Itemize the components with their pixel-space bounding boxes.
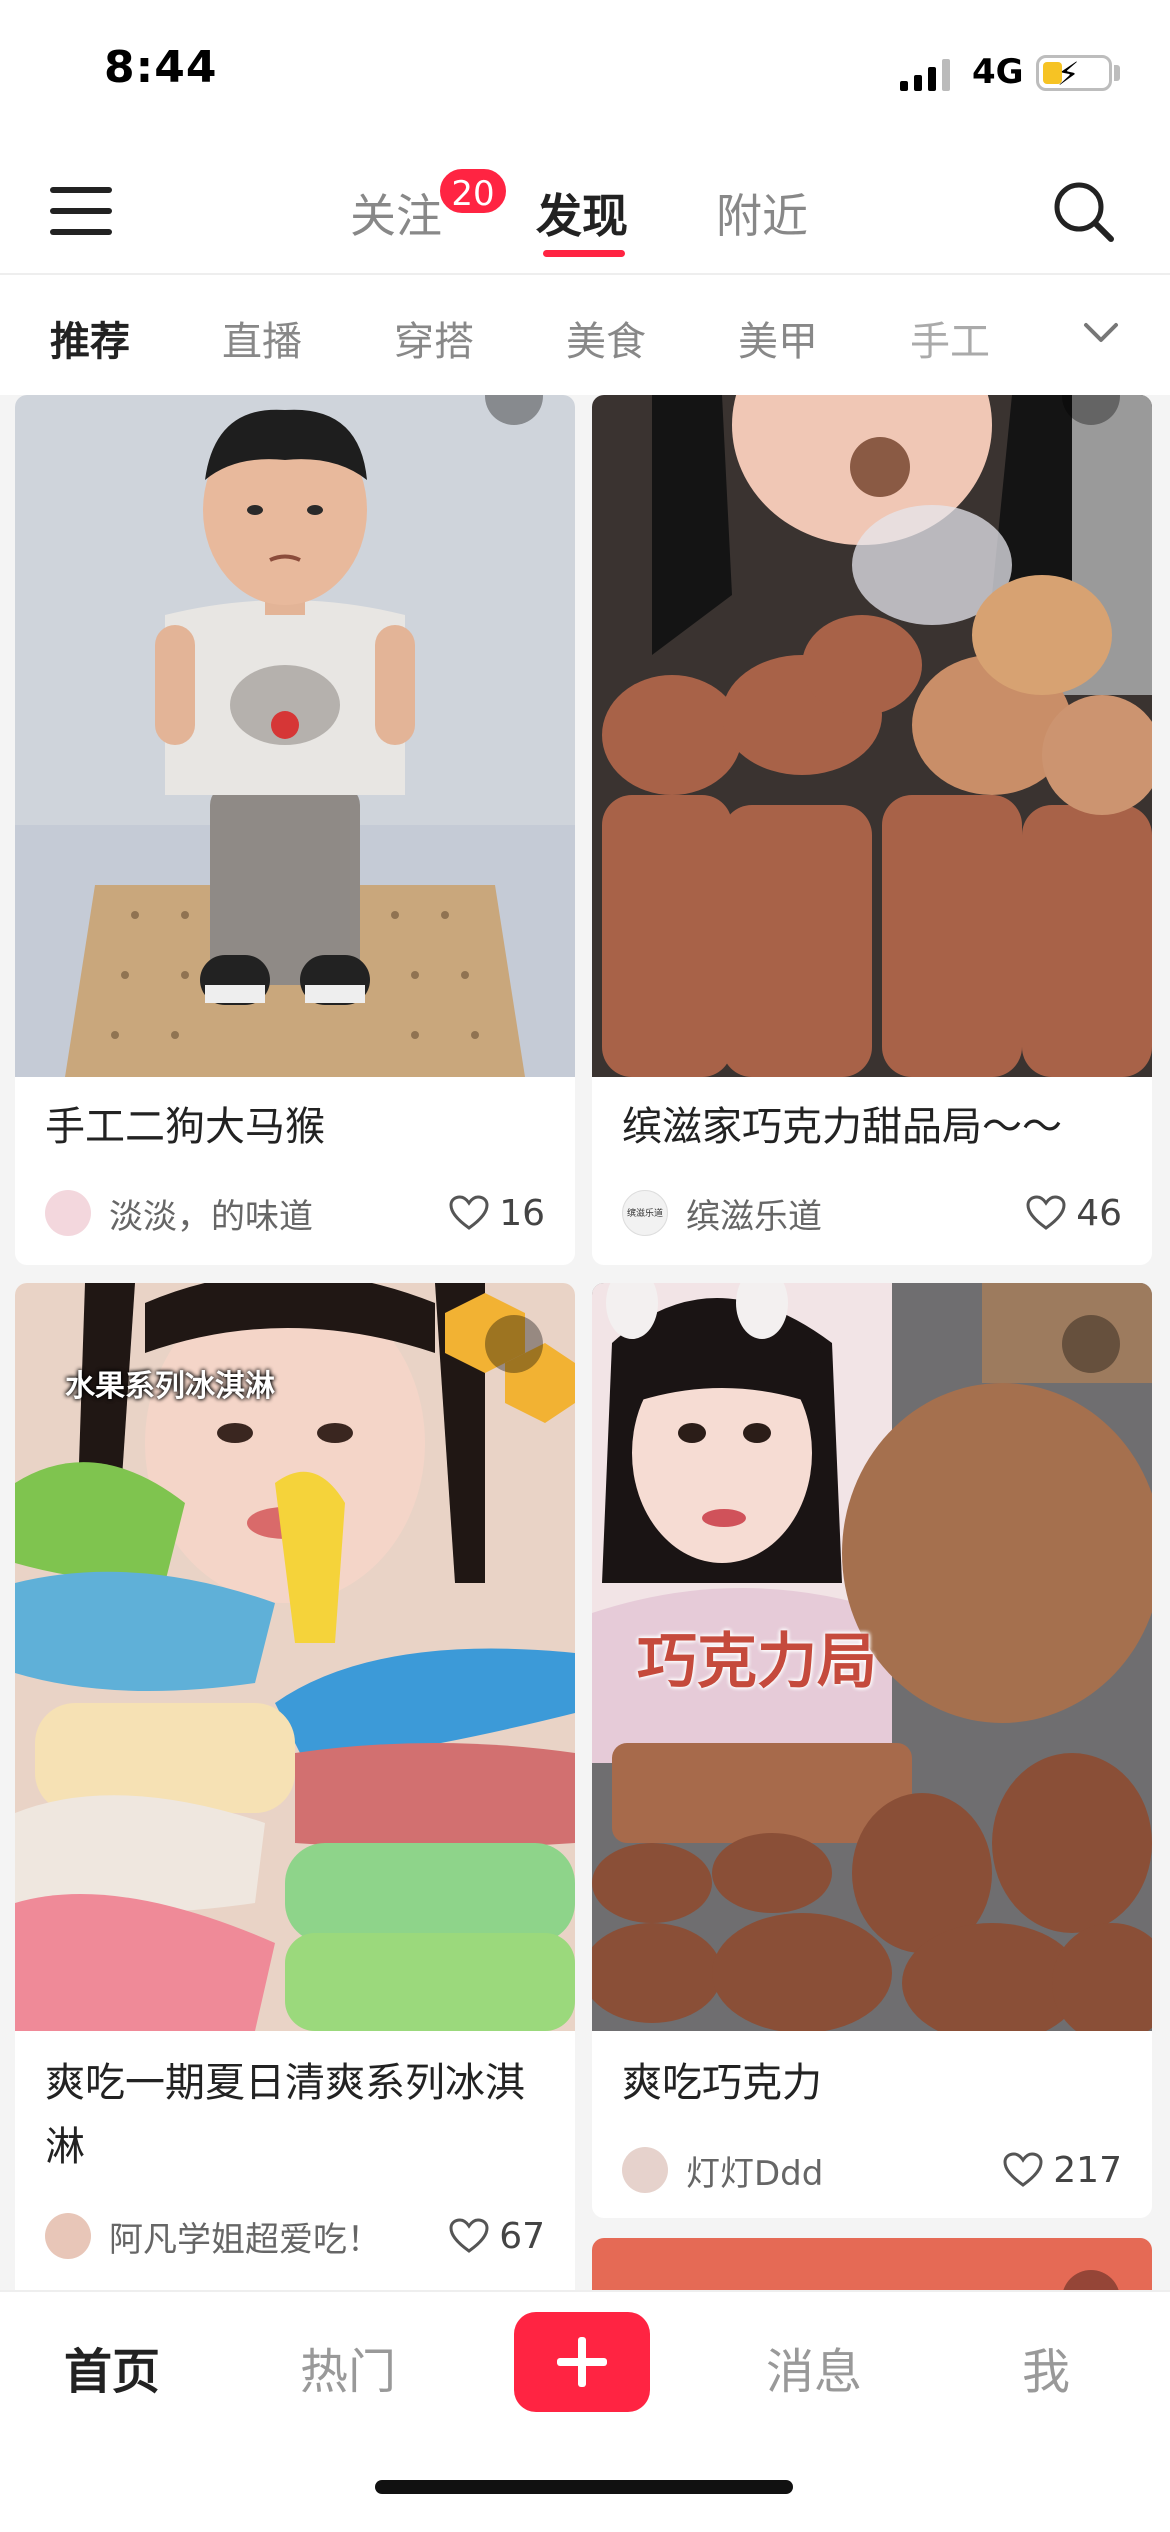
bottom-tab-bar: 首页 热门 消息 我 bbox=[0, 2290, 1170, 2532]
like-count: 67 bbox=[499, 2215, 545, 2257]
card-title[interactable]: 手工二狗大马猴 bbox=[45, 1095, 325, 1159]
battery-tip bbox=[1114, 65, 1120, 81]
card-author[interactable]: 阿凡学姐超爱吃！ bbox=[45, 2211, 381, 2261]
category-food[interactable]: 美食 bbox=[566, 309, 646, 367]
avatar[interactable]: 缤滋乐道 bbox=[622, 1190, 668, 1236]
network-type: 4G bbox=[972, 52, 1024, 92]
charging-bolt-icon: ⚡ bbox=[1057, 55, 1080, 93]
tab-home[interactable]: 首页 bbox=[64, 2332, 160, 2402]
card-cover-image[interactable] bbox=[592, 395, 1152, 1077]
card-title[interactable]: 爽吃一期夏日清爽系列冰淇淋 bbox=[45, 2051, 555, 2179]
heart-icon[interactable] bbox=[1026, 1195, 1066, 1231]
feed-card[interactable]: 巧克力局 爽吃巧克力 灯灯Ddd 217 bbox=[592, 1283, 1152, 2218]
heart-icon[interactable] bbox=[449, 2218, 489, 2254]
cover-overlay-text: 水果系列冰淇淋 bbox=[65, 1369, 275, 1404]
video-play-icon bbox=[1062, 2270, 1120, 2290]
category-live[interactable]: 直播 bbox=[222, 309, 302, 367]
like-count-area[interactable]: 217 bbox=[1003, 2145, 1122, 2195]
video-play-icon bbox=[485, 1315, 543, 1373]
active-tab-indicator bbox=[543, 250, 625, 257]
feed-card[interactable]: 水果系列冰淇淋 爽吃一期夏日清爽系列冰淇淋 阿凡学姐超爱吃！ 67 bbox=[15, 1283, 575, 2290]
author-name[interactable]: 灯灯Ddd bbox=[686, 2146, 823, 2195]
menu-icon[interactable] bbox=[50, 185, 112, 237]
tab-messages[interactable]: 消息 bbox=[766, 2332, 862, 2402]
status-time: 8:44 bbox=[104, 42, 218, 93]
chevron-down-icon[interactable] bbox=[1078, 307, 1124, 357]
card-title[interactable]: 爽吃巧克力 bbox=[622, 2051, 822, 2115]
card-author[interactable]: 淡淡，的味道 bbox=[45, 1188, 313, 1238]
card-cover-image[interactable] bbox=[15, 395, 575, 1077]
like-count: 46 bbox=[1076, 1192, 1122, 1234]
category-nails[interactable]: 美甲 bbox=[738, 309, 818, 367]
like-count: 16 bbox=[499, 1192, 545, 1234]
like-count: 217 bbox=[1053, 2149, 1122, 2191]
category-bar: 推荐 直播 穿搭 美食 美甲 手工 bbox=[0, 277, 1170, 392]
category-handcraft[interactable]: 手工 bbox=[910, 309, 990, 367]
tab-hot[interactable]: 热门 bbox=[300, 2332, 396, 2402]
heart-icon[interactable] bbox=[449, 1195, 489, 1231]
like-count-area[interactable]: 46 bbox=[1026, 1188, 1122, 1238]
author-name[interactable]: 阿凡学姐超爱吃！ bbox=[109, 2212, 381, 2261]
battery-icon: ⚡ bbox=[1036, 55, 1112, 93]
like-count-area[interactable]: 67 bbox=[449, 2211, 545, 2261]
card-author[interactable]: 缤滋乐道 缤滋乐道 bbox=[622, 1188, 822, 1238]
tab-follow[interactable]: 关注 bbox=[350, 180, 442, 246]
follow-count-badge: 20 bbox=[437, 166, 509, 216]
avatar[interactable] bbox=[45, 2213, 91, 2259]
cover-overlay-text: 巧克力局 bbox=[637, 1627, 877, 1697]
author-name[interactable]: 缤滋乐道 bbox=[686, 1189, 822, 1238]
feed-card-partial[interactable] bbox=[592, 2238, 1152, 2290]
category-recommend[interactable]: 推荐 bbox=[50, 309, 130, 367]
feed-grid[interactable]: 手工二狗大马猴 淡淡，的味道 16 缤滋家巧克力甜品局～～ 缤滋乐道 缤滋乐道 … bbox=[0, 395, 1170, 2290]
category-outfit[interactable]: 穿搭 bbox=[394, 309, 474, 367]
status-bar: 8:44 4G ⚡ bbox=[0, 0, 1170, 150]
like-count-area[interactable]: 16 bbox=[449, 1188, 545, 1238]
feed-card[interactable]: 手工二狗大马猴 淡淡，的味道 16 bbox=[15, 395, 575, 1265]
author-name[interactable]: 淡淡，的味道 bbox=[109, 1189, 313, 1238]
heart-icon[interactable] bbox=[1003, 2152, 1043, 2188]
card-title[interactable]: 缤滋家巧克力甜品局～～ bbox=[622, 1095, 1062, 1159]
avatar[interactable] bbox=[622, 2147, 668, 2193]
tab-nearby[interactable]: 附近 bbox=[716, 180, 808, 246]
search-icon[interactable] bbox=[1050, 178, 1116, 244]
video-play-icon bbox=[1062, 1315, 1120, 1373]
top-nav-bar: 关注 20 发现 附近 bbox=[0, 150, 1170, 275]
tab-me[interactable]: 我 bbox=[1022, 2332, 1070, 2402]
tab-discover[interactable]: 发现 bbox=[536, 180, 628, 246]
publish-plus-button[interactable] bbox=[514, 2312, 650, 2412]
signal-strength-icon bbox=[900, 59, 950, 91]
card-author[interactable]: 灯灯Ddd bbox=[622, 2145, 823, 2195]
feed-card[interactable]: 缤滋家巧克力甜品局～～ 缤滋乐道 缤滋乐道 46 bbox=[592, 395, 1152, 1265]
home-indicator[interactable] bbox=[375, 2480, 793, 2494]
avatar[interactable] bbox=[45, 1190, 91, 1236]
